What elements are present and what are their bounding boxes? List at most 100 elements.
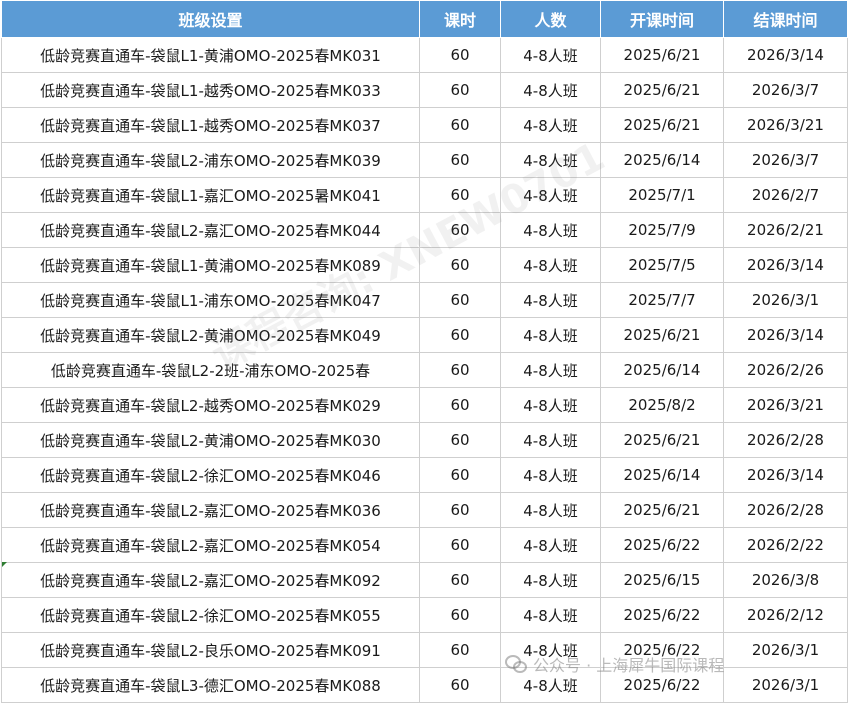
cell-class-setting[interactable]: 低龄竞赛直通车-袋鼠L1-浦东OMO-2025春MK047 xyxy=(1,282,420,318)
cell-end-date[interactable]: 2026/3/8 xyxy=(723,562,848,598)
cell-size[interactable]: 4-8人班 xyxy=(500,212,601,248)
cell-class-setting[interactable]: 低龄竞赛直通车-袋鼠L3-德汇OMO-2025春MK088 xyxy=(1,667,420,703)
table-row[interactable]: 低龄竞赛直通车-袋鼠L2-浦东OMO-2025春MK039 60 4-8人班 2025… xyxy=(1,142,848,178)
table-row[interactable]: 低龄竞赛直通车-袋鼠L2-越秀OMO-2025春MK029 60 4-8人班 2025… xyxy=(1,387,848,423)
cell-class-setting[interactable]: 低龄竞赛直通车-袋鼠L2-嘉汇OMO-2025春MK036 xyxy=(1,492,420,528)
cell-class-setting[interactable]: 低龄竞赛直通车-袋鼠L2-越秀OMO-2025春MK029 xyxy=(1,387,420,423)
header-end-date[interactable]: 结课时间 xyxy=(723,0,848,38)
cell-start-date[interactable]: 2025/6/21 xyxy=(600,72,724,108)
cell-end-date[interactable]: 2026/3/7 xyxy=(723,72,848,108)
cell-hours[interactable]: 60 xyxy=(419,282,501,318)
table-row[interactable]: 低龄竞赛直通车-袋鼠L1-黄浦OMO-2025春MK031 60 4-8人班 2025… xyxy=(1,37,848,73)
cell-start-date[interactable]: 2025/7/9 xyxy=(600,212,724,248)
table-row[interactable]: 低龄竞赛直通车-袋鼠L2-黄浦OMO-2025春MK049 60 4-8人班 2025… xyxy=(1,317,848,353)
cell-hours[interactable]: 60 xyxy=(419,632,501,668)
header-hours[interactable]: 课时 xyxy=(419,0,501,38)
table-row[interactable]: 低龄竞赛直通车-袋鼠L2-徐汇OMO-2025春MK046 60 4-8人班 2025… xyxy=(1,457,848,493)
cell-hours[interactable]: 60 xyxy=(419,37,501,73)
table-row[interactable]: 低龄竞赛直通车-袋鼠L1-越秀OMO-2025春MK033 60 4-8人班 2025… xyxy=(1,72,848,108)
cell-size[interactable]: 4-8人班 xyxy=(500,492,601,528)
cell-end-date[interactable]: 2026/3/14 xyxy=(723,317,848,353)
cell-end-date[interactable]: 2026/3/1 xyxy=(723,632,848,668)
header-size[interactable]: 人数 xyxy=(500,0,601,38)
cell-size[interactable]: 4-8人班 xyxy=(500,422,601,458)
cell-size[interactable]: 4-8人班 xyxy=(500,317,601,353)
cell-class-setting[interactable]: 低龄竞赛直通车-袋鼠L2-黄浦OMO-2025春MK049 xyxy=(1,317,420,353)
header-start-date[interactable]: 开课时间 xyxy=(600,0,724,38)
table-row[interactable]: 低龄竞赛直通车-袋鼠L2-2班-浦东OMO-2025春 60 4-8人班 2025/6… xyxy=(1,352,848,388)
cell-size[interactable]: 4-8人班 xyxy=(500,282,601,318)
cell-hours[interactable]: 60 xyxy=(419,667,501,703)
cell-hours[interactable]: 60 xyxy=(419,352,501,388)
cell-size[interactable]: 4-8人班 xyxy=(500,142,601,178)
cell-class-setting[interactable]: 低龄竞赛直通车-袋鼠L1-黄浦OMO-2025春MK089 xyxy=(1,247,420,283)
header-class-setting[interactable]: 班级设置 xyxy=(1,0,420,38)
cell-class-setting[interactable]: 低龄竞赛直通车-袋鼠L2-2班-浦东OMO-2025春 xyxy=(1,352,420,388)
cell-class-setting[interactable]: 低龄竞赛直通车-袋鼠L2-嘉汇OMO-2025春MK054 xyxy=(1,527,420,563)
cell-start-date[interactable]: 2025/6/21 xyxy=(600,317,724,353)
cell-end-date[interactable]: 2026/3/1 xyxy=(723,282,848,318)
cell-size[interactable]: 4-8人班 xyxy=(500,37,601,73)
cell-hours[interactable]: 60 xyxy=(419,597,501,633)
cell-end-date[interactable]: 2026/3/7 xyxy=(723,142,848,178)
cell-start-date[interactable]: 2025/6/21 xyxy=(600,107,724,143)
cell-hours[interactable]: 60 xyxy=(419,72,501,108)
cell-end-date[interactable]: 2026/2/7 xyxy=(723,177,848,213)
cell-end-date[interactable]: 2026/2/22 xyxy=(723,527,848,563)
cell-size[interactable]: 4-8人班 xyxy=(500,72,601,108)
cell-start-date[interactable]: 2025/6/21 xyxy=(600,37,724,73)
table-row[interactable]: 低龄竞赛直通车-袋鼠L2-嘉汇OMO-2025春MK044 60 4-8人班 2025… xyxy=(1,212,848,248)
cell-hours[interactable]: 60 xyxy=(419,562,501,598)
cell-end-date[interactable]: 2026/3/21 xyxy=(723,107,848,143)
cell-start-date[interactable]: 2025/7/7 xyxy=(600,282,724,318)
cell-class-setting[interactable]: 低龄竞赛直通车-袋鼠L1-越秀OMO-2025春MK037 xyxy=(1,107,420,143)
cell-hours[interactable]: 60 xyxy=(419,422,501,458)
cell-hours[interactable]: 60 xyxy=(419,317,501,353)
cell-start-date[interactable]: 2025/6/14 xyxy=(600,352,724,388)
cell-end-date[interactable]: 2026/2/28 xyxy=(723,422,848,458)
cell-size[interactable]: 4-8人班 xyxy=(500,387,601,423)
cell-end-date[interactable]: 2026/3/14 xyxy=(723,37,848,73)
cell-size[interactable]: 4-8人班 xyxy=(500,457,601,493)
cell-start-date[interactable]: 2025/6/22 xyxy=(600,597,724,633)
table-row[interactable]: 低龄竞赛直通车-袋鼠L1-越秀OMO-2025春MK037 60 4-8人班 2025… xyxy=(1,107,848,143)
cell-start-date[interactable]: 2025/7/5 xyxy=(600,247,724,283)
cell-end-date[interactable]: 2026/3/1 xyxy=(723,667,848,703)
cell-end-date[interactable]: 2026/2/21 xyxy=(723,212,848,248)
cell-start-date[interactable]: 2025/6/14 xyxy=(600,142,724,178)
cell-size[interactable]: 4-8人班 xyxy=(500,247,601,283)
cell-class-setting[interactable]: 低龄竞赛直通车-袋鼠L2-黄浦OMO-2025春MK030 xyxy=(1,422,420,458)
cell-end-date[interactable]: 2026/3/14 xyxy=(723,247,848,283)
cell-size[interactable]: 4-8人班 xyxy=(500,527,601,563)
cell-end-date[interactable]: 2026/2/28 xyxy=(723,492,848,528)
cell-class-setting[interactable]: 低龄竞赛直通车-袋鼠L2-徐汇OMO-2025春MK055 xyxy=(1,597,420,633)
table-row[interactable]: 低龄竞赛直通车-袋鼠L2-嘉汇OMO-2025春MK092 60 4-8人班 2025… xyxy=(1,562,848,598)
cell-start-date[interactable]: 2025/6/15 xyxy=(600,562,724,598)
cell-hours[interactable]: 60 xyxy=(419,527,501,563)
cell-class-setting[interactable]: 低龄竞赛直通车-袋鼠L2-嘉汇OMO-2025春MK092 xyxy=(1,562,420,598)
cell-end-date[interactable]: 2026/3/14 xyxy=(723,457,848,493)
cell-hours[interactable]: 60 xyxy=(419,247,501,283)
cell-class-setting[interactable]: 低龄竞赛直通车-袋鼠L1-越秀OMO-2025春MK033 xyxy=(1,72,420,108)
cell-hours[interactable]: 60 xyxy=(419,212,501,248)
cell-hours[interactable]: 60 xyxy=(419,142,501,178)
table-row[interactable]: 低龄竞赛直通车-袋鼠L2-黄浦OMO-2025春MK030 60 4-8人班 2025… xyxy=(1,422,848,458)
cell-start-date[interactable]: 2025/6/14 xyxy=(600,457,724,493)
cell-class-setting[interactable]: 低龄竞赛直通车-袋鼠L2-浦东OMO-2025春MK039 xyxy=(1,142,420,178)
cell-hours[interactable]: 60 xyxy=(419,107,501,143)
cell-size[interactable]: 4-8人班 xyxy=(500,177,601,213)
cell-start-date[interactable]: 2025/7/1 xyxy=(600,177,724,213)
cell-end-date[interactable]: 2026/2/26 xyxy=(723,352,848,388)
cell-start-date[interactable]: 2025/8/2 xyxy=(600,387,724,423)
cell-start-date[interactable]: 2025/6/21 xyxy=(600,492,724,528)
cell-start-date[interactable]: 2025/6/21 xyxy=(600,422,724,458)
cell-size[interactable]: 4-8人班 xyxy=(500,352,601,388)
cell-hours[interactable]: 60 xyxy=(419,457,501,493)
cell-class-setting[interactable]: 低龄竞赛直通车-袋鼠L2-良乐OMO-2025春MK091 xyxy=(1,632,420,668)
table-row[interactable]: 低龄竞赛直通车-袋鼠L1-嘉汇OMO-2025暑MK041 60 4-8人班 2025… xyxy=(1,177,848,213)
table-row[interactable]: 低龄竞赛直通车-袋鼠L2-嘉汇OMO-2025春MK036 60 4-8人班 2025… xyxy=(1,492,848,528)
cell-start-date[interactable]: 2025/6/22 xyxy=(600,527,724,563)
cell-size[interactable]: 4-8人班 xyxy=(500,597,601,633)
cell-class-setting[interactable]: 低龄竞赛直通车-袋鼠L1-黄浦OMO-2025春MK031 xyxy=(1,37,420,73)
table-row[interactable]: 低龄竞赛直通车-袋鼠L1-浦东OMO-2025春MK047 60 4-8人班 2025… xyxy=(1,282,848,318)
